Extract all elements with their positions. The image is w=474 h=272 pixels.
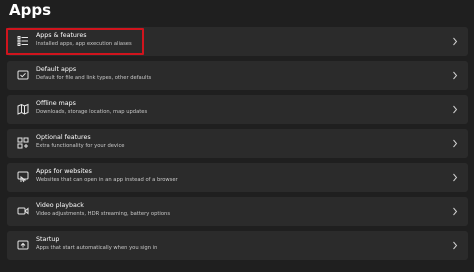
settings-item-title: Default apps	[36, 66, 77, 73]
settings-item-startup[interactable]: Startup Apps that start automatically wh…	[7, 231, 468, 260]
settings-item-apps-for-websites[interactable]: Apps for websites Websites that can open…	[7, 163, 468, 192]
chevron-right-icon	[452, 207, 458, 216]
page-title: Apps	[9, 1, 52, 19]
settings-item-apps-features[interactable]: Apps & features Installed apps, app exec…	[7, 27, 468, 56]
settings-item-title: Offline maps	[36, 100, 76, 107]
settings-item-offline-maps[interactable]: Offline maps Downloads, storage location…	[7, 95, 468, 124]
chevron-right-icon	[452, 173, 458, 182]
default-apps-icon	[17, 69, 29, 81]
chevron-right-icon	[452, 241, 458, 250]
optional-features-icon	[17, 137, 29, 149]
apps-for-websites-icon	[17, 171, 29, 183]
settings-item-subtitle: Apps that start automatically when you s…	[36, 245, 158, 251]
offline-maps-icon	[17, 103, 29, 115]
startup-icon	[17, 239, 29, 251]
settings-item-title: Video playback	[36, 202, 84, 209]
settings-item-title: Apps for websites	[36, 168, 92, 175]
settings-item-title: Apps & features	[36, 32, 87, 39]
chevron-right-icon	[452, 37, 458, 46]
settings-item-title: Optional features	[36, 134, 91, 141]
chevron-right-icon	[452, 139, 458, 148]
settings-item-video-playback[interactable]: Video playback Video adjustments, HDR st…	[7, 197, 468, 226]
settings-item-optional-features[interactable]: Optional features Extra functionality fo…	[7, 129, 468, 158]
settings-item-subtitle: Downloads, storage location, map updates	[36, 109, 148, 115]
chevron-right-icon	[452, 105, 458, 114]
settings-item-subtitle: Extra functionality for your device	[36, 143, 125, 149]
settings-item-subtitle: Installed apps, app execution aliases	[36, 41, 132, 47]
settings-item-subtitle: Default for file and link types, other d…	[36, 75, 152, 81]
settings-item-default-apps[interactable]: Default apps Default for file and link t…	[7, 61, 468, 90]
settings-item-title: Startup	[36, 236, 60, 243]
video-playback-icon	[17, 205, 29, 217]
apps-list-icon	[17, 35, 29, 47]
settings-item-subtitle: Websites that can open in an app instead…	[36, 177, 178, 183]
chevron-right-icon	[452, 71, 458, 80]
settings-item-subtitle: Video adjustments, HDR streaming, batter…	[36, 211, 171, 217]
